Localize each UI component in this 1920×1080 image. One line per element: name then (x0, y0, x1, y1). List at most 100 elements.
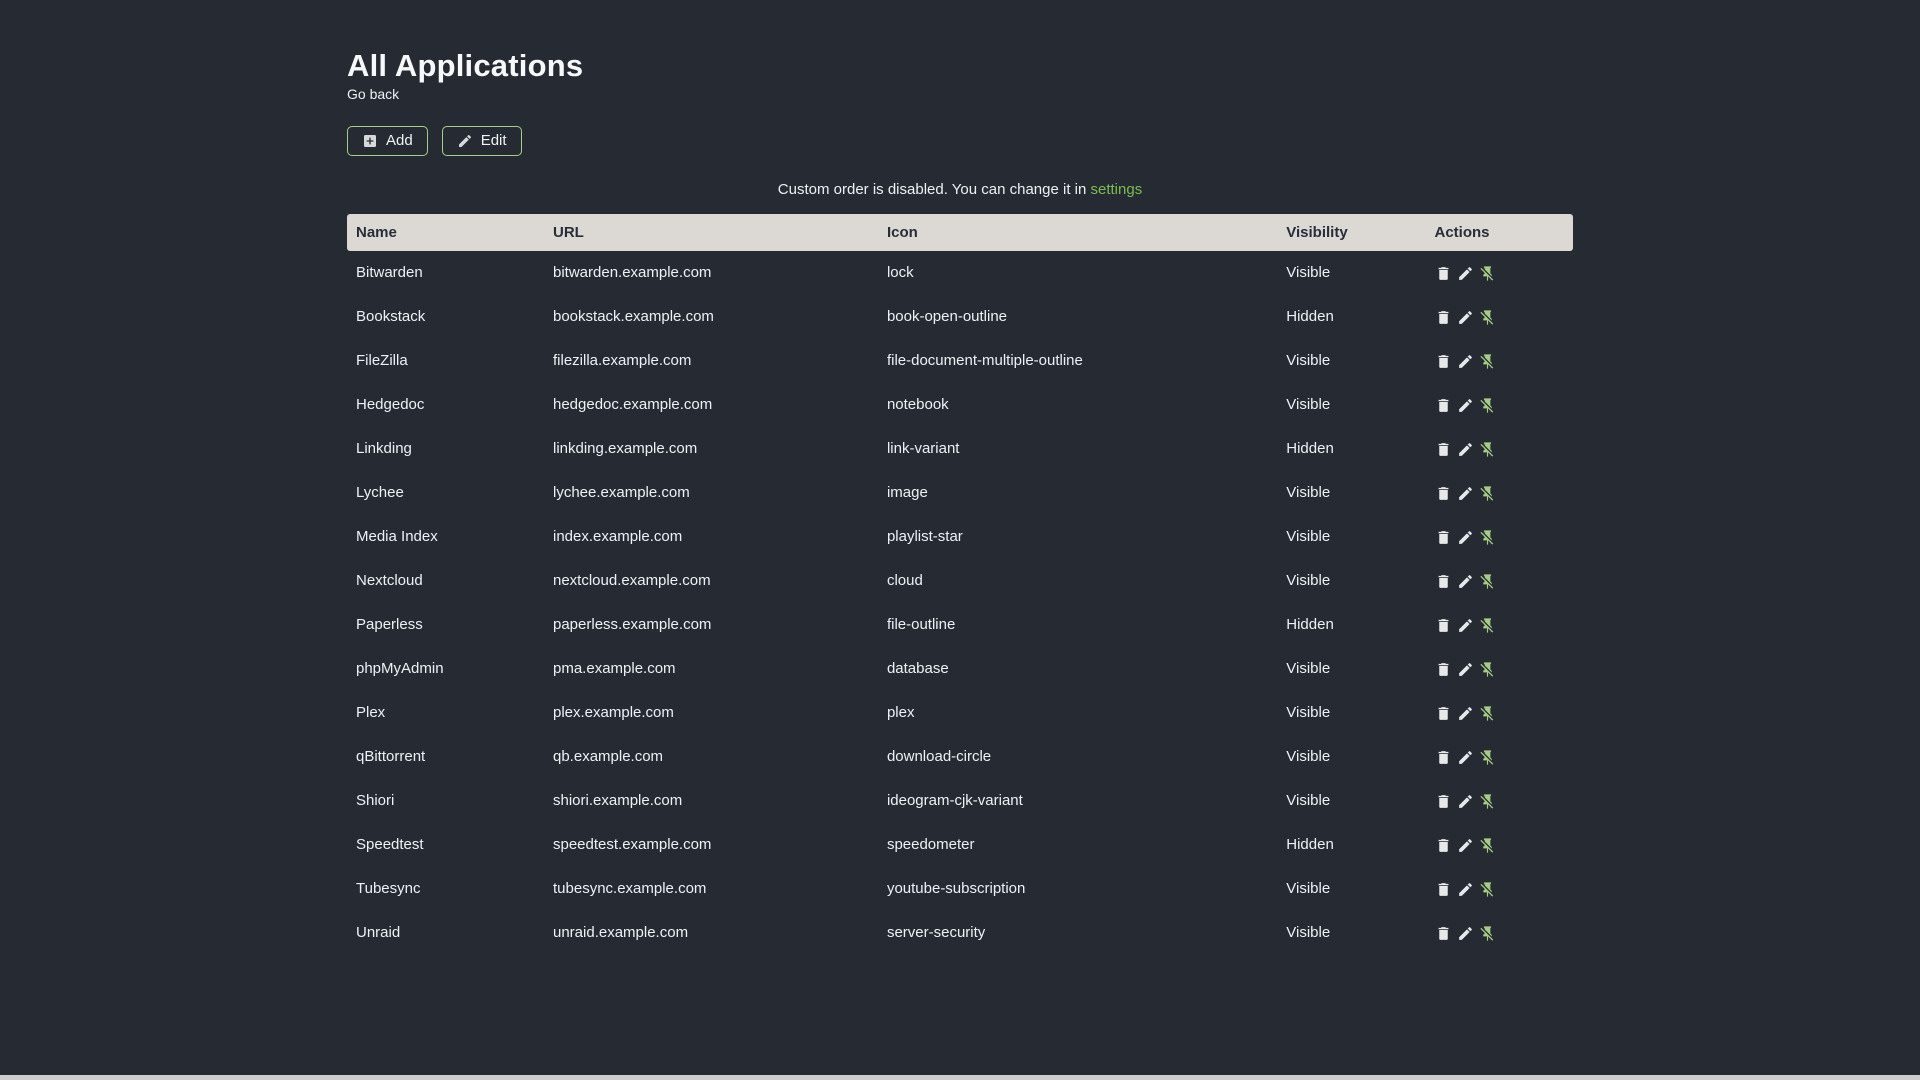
app-url-cell: lychee.example.com (553, 484, 690, 501)
pin-off-app-button[interactable] (1479, 925, 1496, 942)
pin-off-app-button[interactable] (1479, 617, 1496, 634)
app-icon-name-cell: server-security (886, 924, 986, 941)
delete-app-button[interactable] (1435, 573, 1452, 590)
delete-app-button[interactable] (1435, 397, 1452, 414)
pin-off-app-button[interactable] (1479, 705, 1496, 722)
go-back-link[interactable]: Go back (347, 86, 399, 103)
pin-off-icon (1479, 397, 1493, 413)
edit-app-button[interactable] (1457, 441, 1474, 458)
app-name-cell: Speedtest (356, 836, 424, 853)
app-name-cell: Unraid (356, 924, 401, 941)
delete-app-button[interactable] (1435, 485, 1452, 502)
pin-off-app-button[interactable] (1479, 441, 1496, 458)
delete-app-button[interactable] (1435, 265, 1452, 282)
plus-box-icon (364, 135, 376, 147)
delete-app-button[interactable] (1435, 793, 1452, 810)
pencil-icon (1458, 794, 1472, 808)
delete-app-button[interactable] (1435, 617, 1452, 634)
edit-app-button[interactable] (1457, 529, 1474, 546)
pin-off-app-button[interactable] (1479, 353, 1496, 370)
edit-app-button[interactable] (1457, 837, 1474, 854)
edit-app-button[interactable] (1457, 881, 1474, 898)
column-header-url: URL (544, 214, 878, 251)
app-name-cell: qBittorrent (356, 748, 426, 765)
table-row: FileZilla filezilla.example.com file-doc… (347, 339, 1573, 383)
app-visibility-cell: Visible (1286, 660, 1331, 677)
app-actions-cell (1426, 911, 1574, 955)
delete-app-button[interactable] (1435, 529, 1452, 546)
app-visibility-cell: Hidden (1286, 836, 1334, 853)
table-row: Unraid unraid.example.com server-securit… (347, 911, 1573, 955)
edit-app-button[interactable] (1457, 353, 1474, 370)
app-icon-name-cell: book-open-outline (886, 308, 1008, 325)
delete-app-button[interactable] (1435, 837, 1452, 854)
pin-off-app-button[interactable] (1479, 793, 1496, 810)
app-visibility-cell: Visible (1286, 748, 1331, 765)
trash-icon (1438, 662, 1448, 676)
delete-app-button[interactable] (1435, 353, 1452, 370)
edit-app-button[interactable] (1457, 485, 1474, 502)
edit-app-button[interactable] (1457, 397, 1474, 414)
edit-app-button[interactable] (1457, 617, 1474, 634)
pin-off-app-button[interactable] (1479, 529, 1496, 546)
edit-app-button[interactable] (1457, 749, 1474, 766)
delete-app-button[interactable] (1435, 705, 1452, 722)
app-visibility-cell: Hidden (1286, 616, 1334, 633)
delete-app-button[interactable] (1435, 441, 1452, 458)
table-row: Plex plex.example.com plex Visible (347, 691, 1573, 735)
app-visibility-cell: Visible (1286, 396, 1331, 413)
app-url-cell: qb.example.com (553, 748, 664, 765)
edit-app-button[interactable] (1457, 705, 1474, 722)
app-icon-name-cell: file-outline (886, 616, 956, 633)
add-button[interactable]: Add (347, 126, 428, 156)
delete-app-button[interactable] (1435, 925, 1452, 942)
column-header-visibility: Visibility (1277, 214, 1426, 251)
pin-off-app-button[interactable] (1479, 749, 1496, 766)
pin-off-icon (1479, 265, 1493, 281)
horizontal-scrollbar[interactable] (0, 1075, 1920, 1080)
delete-app-button[interactable] (1435, 749, 1452, 766)
app-url-cell: linkding.example.com (553, 440, 698, 457)
edit-app-button[interactable] (1457, 573, 1474, 590)
pin-off-app-button[interactable] (1479, 881, 1496, 898)
pin-off-app-button[interactable] (1479, 661, 1496, 678)
column-header-actions: Actions (1425, 214, 1573, 251)
delete-app-button[interactable] (1435, 661, 1452, 678)
app-visibility-cell: Visible (1286, 792, 1331, 809)
delete-app-button[interactable] (1435, 309, 1452, 326)
pin-off-app-button[interactable] (1479, 485, 1496, 502)
pencil-icon (1458, 398, 1472, 412)
app-name-cell: Media Index (356, 528, 438, 545)
settings-link[interactable]: settings (1091, 181, 1143, 198)
edit-app-button[interactable] (1457, 265, 1474, 282)
app-url-cell: hedgedoc.example.com (553, 396, 713, 413)
app-visibility-cell: Visible (1286, 264, 1331, 281)
pin-off-app-button[interactable] (1479, 837, 1496, 854)
pin-off-app-button[interactable] (1479, 265, 1496, 282)
pin-off-app-button[interactable] (1479, 309, 1496, 326)
app-visibility-cell: Visible (1286, 484, 1331, 501)
delete-app-button[interactable] (1435, 881, 1452, 898)
pin-off-icon (1479, 485, 1493, 501)
pin-off-app-button[interactable] (1479, 397, 1496, 414)
edit-button[interactable]: Edit (441, 126, 522, 156)
app-name-cell: FileZilla (356, 352, 408, 369)
app-icon-name-cell: file-document-multiple-outline (886, 352, 1083, 369)
pencil-icon (1458, 354, 1472, 368)
edit-app-button[interactable] (1457, 793, 1474, 810)
edit-app-button[interactable] (1457, 661, 1474, 678)
pin-off-icon (1479, 441, 1493, 457)
pin-off-icon (1479, 661, 1493, 677)
app-name-cell: Bookstack (356, 308, 426, 325)
edit-button-label: Edit (480, 132, 507, 149)
app-visibility-cell: Visible (1286, 880, 1331, 897)
add-button-label: Add (386, 132, 413, 149)
app-url-cell: bitwarden.example.com (553, 264, 712, 281)
notice-text: Custom order is disabled. You can change… (777, 181, 1087, 198)
trash-icon (1438, 618, 1448, 632)
edit-app-button[interactable] (1457, 925, 1474, 942)
pin-off-app-button[interactable] (1479, 573, 1496, 590)
pin-off-icon (1479, 793, 1493, 809)
edit-app-button[interactable] (1457, 309, 1474, 326)
table-row: Shiori shiori.example.com ideogram-cjk-v… (347, 779, 1573, 823)
